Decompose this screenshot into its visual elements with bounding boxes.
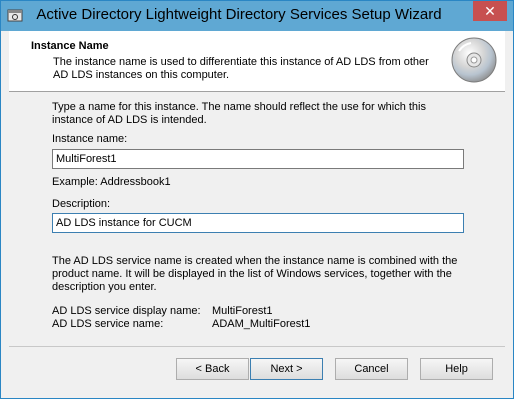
instance-name-label: Instance name: (52, 133, 128, 145)
service-name-label: AD LDS service name: (52, 318, 164, 330)
button-separator (9, 346, 505, 347)
service-display-name-label: AD LDS service display name: (52, 305, 201, 317)
close-icon: ✕ (484, 3, 496, 19)
cancel-button[interactable]: Cancel (335, 358, 408, 380)
instance-name-example: Example: Addressbook1 (52, 176, 171, 188)
title-bar[interactable]: Active Directory Lightweight Directory S… (1, 1, 513, 31)
page-title: Instance Name (31, 40, 109, 52)
wizard-header: Instance Name The instance name is used … (9, 31, 505, 92)
page-description: The instance name is used to differentia… (53, 56, 429, 81)
next-button[interactable]: Next > (250, 358, 323, 380)
description-input[interactable]: AD LDS instance for CUCM (52, 213, 464, 233)
help-button[interactable]: Help (420, 358, 493, 380)
cd-disc-icon (451, 37, 497, 83)
instance-name-input[interactable]: MultiForest1 (52, 149, 464, 169)
window-title: Active Directory Lightweight Directory S… (36, 6, 442, 23)
close-button[interactable]: ✕ (473, 1, 507, 21)
service-display-name-value: MultiForest1 (212, 305, 273, 317)
description-label: Description: (52, 198, 111, 210)
setup-wizard-window: Active Directory Lightweight Directory S… (0, 0, 514, 399)
service-name-value: ADAM_MultiForest1 (212, 318, 311, 330)
wizard-body: Type a name for this instance. The name … (9, 92, 505, 392)
back-button[interactable]: < Back (176, 358, 249, 380)
service-name-info: The AD LDS service name is created when … (52, 255, 458, 293)
intro-text: Type a name for this instance. The name … (52, 101, 426, 126)
